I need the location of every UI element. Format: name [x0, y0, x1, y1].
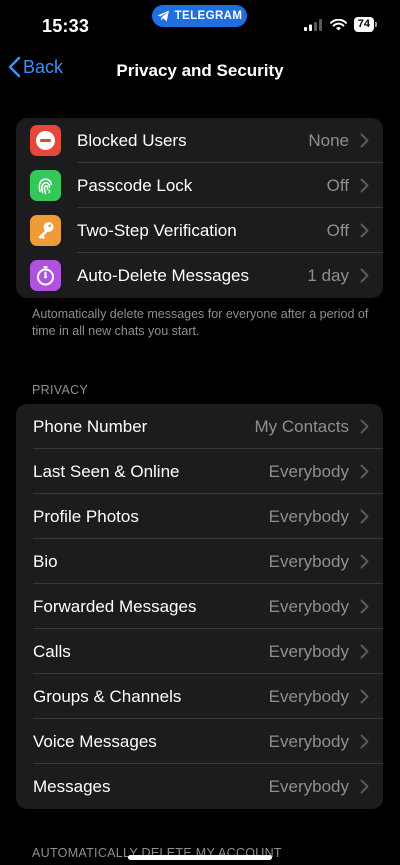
status-time: 15:33 — [42, 16, 90, 36]
telegram-return-pill[interactable]: TELEGRAM — [152, 5, 247, 27]
chevron-right-icon — [360, 779, 369, 794]
status-indicators: 74 — [303, 17, 378, 32]
row-label: Auto-Delete Messages — [77, 265, 249, 285]
telegram-icon — [157, 10, 169, 22]
row-label: Blocked Users — [77, 130, 187, 150]
row-label: Two-Step Verification — [77, 220, 237, 240]
chevron-right-icon — [360, 509, 369, 524]
chevron-right-icon — [360, 644, 369, 659]
groups-channels-row[interactable]: Groups & Channels Everybody — [16, 674, 383, 719]
privacy-section-header: PRIVACY — [32, 383, 89, 397]
blocked-users-row[interactable]: Blocked Users None — [16, 118, 383, 163]
row-value: Everybody — [268, 551, 349, 571]
row-value: Everybody — [268, 731, 349, 751]
security-group: Blocked Users None Passcode Lock Off Two… — [16, 118, 383, 298]
chevron-right-icon — [360, 554, 369, 569]
chevron-right-icon — [360, 133, 369, 148]
row-value: Everybody — [268, 776, 349, 796]
minus-circle-icon — [30, 125, 61, 156]
auto-delete-messages-row[interactable]: Auto-Delete Messages 1 day — [16, 253, 383, 298]
row-value: 1 day — [307, 265, 349, 285]
messages-row[interactable]: Messages Everybody — [16, 764, 383, 809]
fingerprint-icon — [30, 170, 61, 201]
chevron-right-icon — [360, 734, 369, 749]
row-label: Phone Number — [33, 416, 148, 436]
row-value: None — [308, 130, 349, 150]
voice-messages-row[interactable]: Voice Messages Everybody — [16, 719, 383, 764]
timer-icon — [30, 260, 61, 291]
row-value: Everybody — [268, 686, 349, 706]
chevron-right-icon — [360, 599, 369, 614]
chevron-right-icon — [360, 178, 369, 193]
forwarded-messages-row[interactable]: Forwarded Messages Everybody — [16, 584, 383, 629]
row-value: Everybody — [268, 506, 349, 526]
status-bar: 15:33 TELEGRAM 74 — [0, 0, 400, 46]
row-label: Forwarded Messages — [33, 596, 197, 616]
last-seen-online-row[interactable]: Last Seen & Online Everybody — [16, 449, 383, 494]
row-label: Messages — [33, 776, 111, 796]
phone-number-row[interactable]: Phone Number My Contacts — [16, 404, 383, 449]
row-value: Off — [326, 175, 349, 195]
profile-photos-row[interactable]: Profile Photos Everybody — [16, 494, 383, 539]
bio-row[interactable]: Bio Everybody — [16, 539, 383, 584]
row-value: Everybody — [268, 461, 349, 481]
privacy-group: Phone Number My Contacts Last Seen & Onl… — [16, 404, 383, 809]
chevron-right-icon — [360, 464, 369, 479]
chevron-right-icon — [360, 689, 369, 704]
key-icon — [30, 215, 61, 246]
chevron-right-icon — [360, 268, 369, 283]
calls-row[interactable]: Calls Everybody — [16, 629, 383, 674]
chevron-right-icon — [360, 419, 369, 434]
row-label: Bio — [33, 551, 58, 571]
pill-label: TELEGRAM — [174, 10, 243, 22]
row-label: Profile Photos — [33, 506, 139, 526]
row-label: Last Seen & Online — [33, 461, 180, 481]
battery-indicator: 74 — [353, 17, 378, 32]
wifi-icon — [329, 18, 347, 30]
row-label: Voice Messages — [33, 731, 157, 751]
row-value: Everybody — [268, 641, 349, 661]
auto-delete-footnote: Automatically delete messages for everyo… — [32, 307, 369, 338]
cellular-signal-icon — [303, 18, 322, 31]
row-label: Passcode Lock — [77, 175, 193, 195]
row-label: Calls — [33, 641, 71, 661]
row-label: Groups & Channels — [33, 686, 182, 706]
row-value: Off — [326, 220, 349, 240]
page-title: Privacy and Security — [116, 61, 284, 80]
passcode-lock-row[interactable]: Passcode Lock Off — [16, 163, 383, 208]
chevron-right-icon — [360, 223, 369, 238]
row-value: Everybody — [268, 596, 349, 616]
row-value: My Contacts — [254, 416, 349, 436]
home-indicator[interactable] — [128, 855, 272, 860]
two-step-verification-row[interactable]: Two-Step Verification Off — [16, 208, 383, 253]
navigation-bar: Back Privacy and Security — [0, 52, 400, 90]
